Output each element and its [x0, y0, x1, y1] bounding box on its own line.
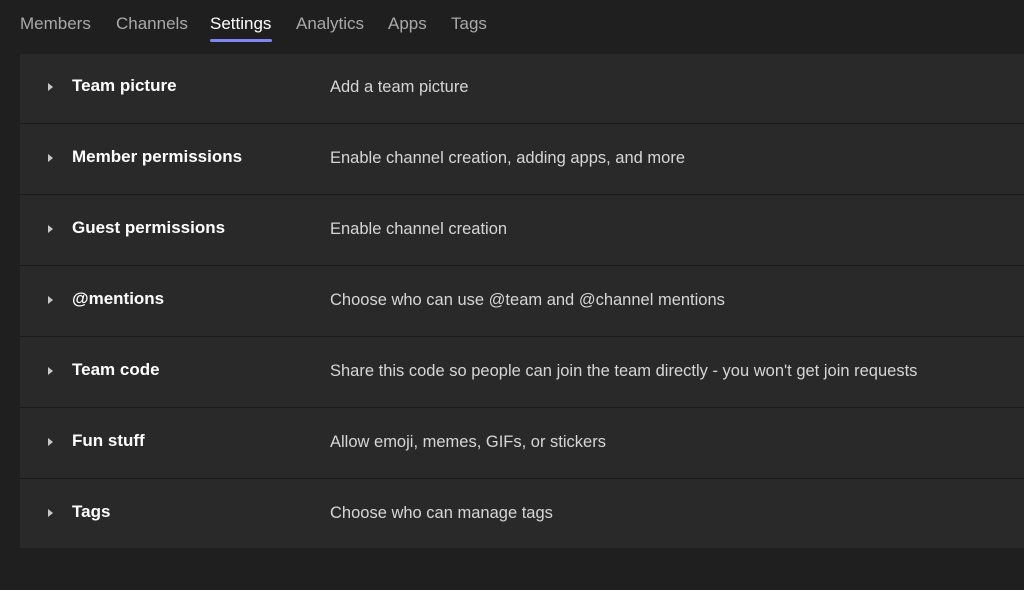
setting-description: Allow emoji, memes, GIFs, or stickers [330, 433, 606, 451]
tab-tags[interactable]: Tags [451, 14, 487, 40]
setting-description: Enable channel creation [330, 220, 508, 238]
chevron-right-icon [48, 509, 53, 517]
settings-row-team-code[interactable]: Team code Share this code so people can … [20, 338, 1024, 408]
settings-row-team-picture[interactable]: Team picture Add a team picture [20, 54, 1024, 124]
setting-title: Team picture [72, 76, 177, 95]
settings-panel: Team picture Add a team picture Member p… [20, 54, 1024, 548]
setting-description: Share this code so people can join the t… [330, 362, 918, 380]
setting-title: Member permissions [72, 147, 243, 166]
setting-title: Guest permissions [72, 218, 226, 237]
tab-analytics[interactable]: Analytics [296, 14, 364, 40]
tab-members[interactable]: Members [20, 14, 91, 40]
setting-description: Choose who can use @team and @channel me… [330, 291, 725, 309]
row-divider [20, 123, 1024, 124]
chevron-right-icon [48, 225, 53, 233]
setting-description: Add a team picture [330, 78, 469, 96]
chevron-right-icon [48, 438, 53, 446]
tab-bar: Members Channels Settings Analytics Apps… [0, 0, 1024, 54]
row-divider [20, 336, 1024, 337]
settings-row-member-permissions[interactable]: Member permissions Enable channel creati… [20, 125, 1024, 195]
tab-settings[interactable]: Settings [210, 14, 271, 40]
setting-title: Tags [72, 502, 111, 521]
chevron-right-icon [48, 296, 53, 304]
setting-description: Enable channel creation, adding apps, an… [330, 149, 685, 167]
chevron-right-icon [48, 367, 53, 375]
settings-row-guest-permissions[interactable]: Guest permissions Enable channel creatio… [20, 196, 1024, 266]
settings-row-tags[interactable]: Tags Choose who can manage tags [20, 480, 1024, 550]
active-tab-indicator [210, 39, 272, 42]
row-divider [20, 478, 1024, 479]
settings-row-mentions[interactable]: @mentions Choose who can use @team and @… [20, 267, 1024, 337]
row-divider [20, 407, 1024, 408]
row-divider [20, 265, 1024, 266]
settings-row-fun-stuff[interactable]: Fun stuff Allow emoji, memes, GIFs, or s… [20, 409, 1024, 479]
chevron-right-icon [48, 154, 53, 162]
row-divider [20, 194, 1024, 195]
tab-apps[interactable]: Apps [388, 14, 427, 40]
setting-title: Fun stuff [72, 431, 145, 450]
setting-description: Choose who can manage tags [330, 504, 553, 522]
tab-channels[interactable]: Channels [116, 14, 188, 40]
chevron-right-icon [48, 83, 53, 91]
setting-title: Team code [72, 360, 160, 379]
setting-title: @mentions [72, 289, 165, 308]
